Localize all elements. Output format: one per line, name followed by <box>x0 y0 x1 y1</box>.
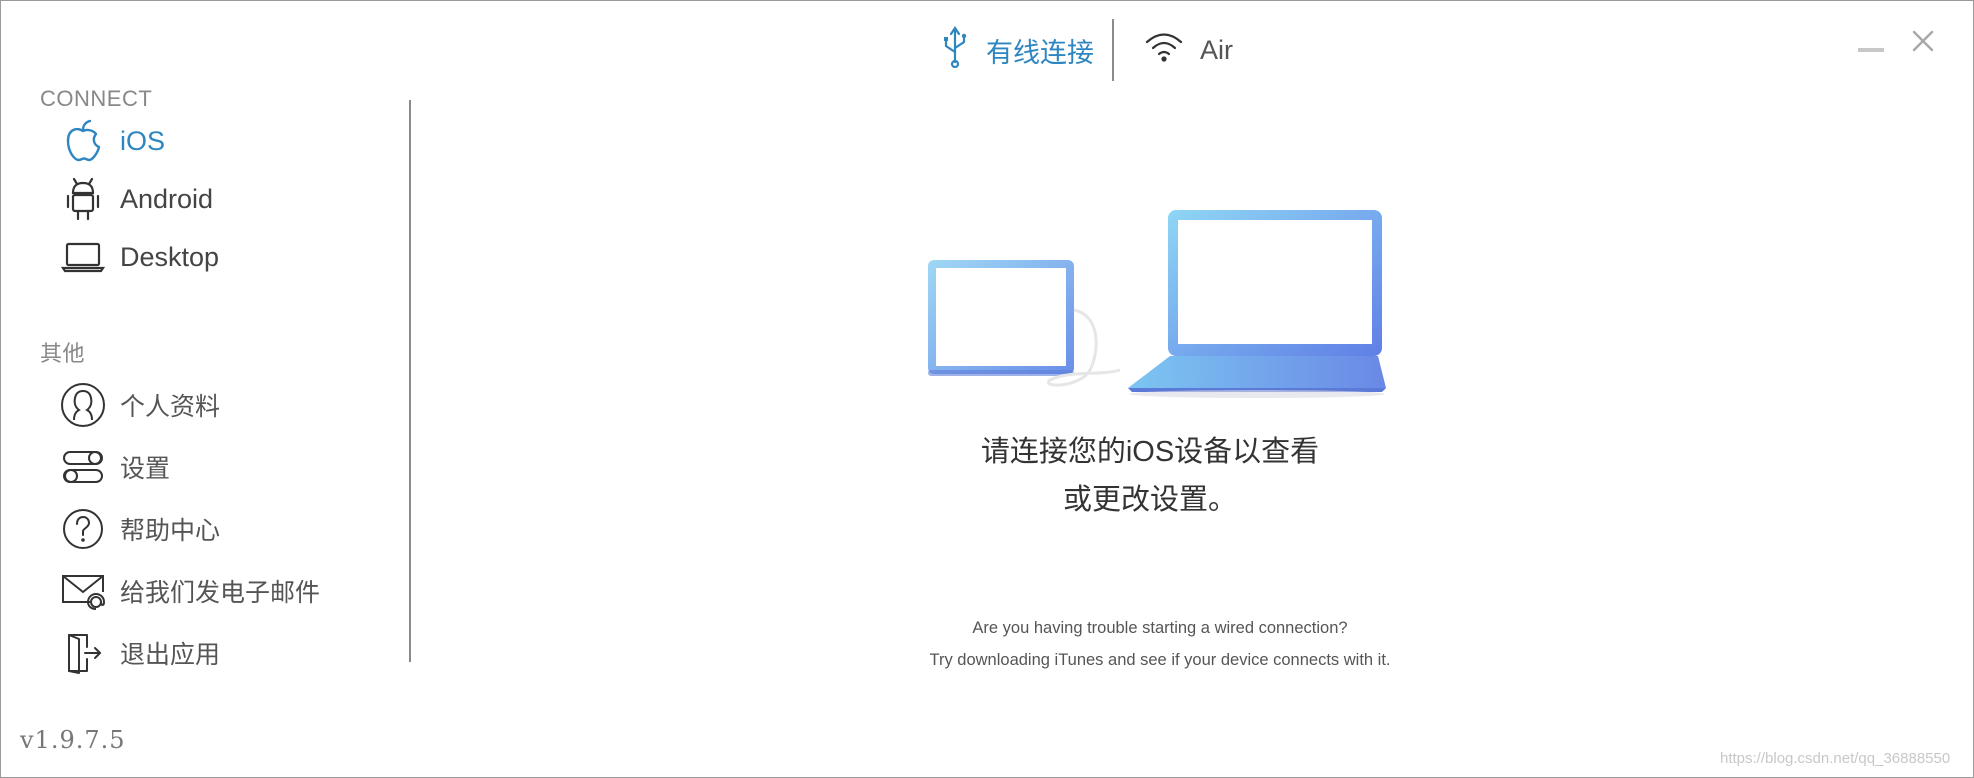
tab-wired[interactable]: 有线连接 <box>940 25 1094 75</box>
wifi-icon <box>1144 30 1184 71</box>
tab-separator <box>1112 19 1114 81</box>
sidebar-divider <box>409 100 411 662</box>
minimize-icon <box>1858 48 1884 52</box>
sidebar-item-android[interactable]: Android <box>60 176 213 222</box>
connect-prompt: 请连接您的iOS设备以查看 或更改设置。 <box>880 428 1420 524</box>
apple-icon <box>60 118 106 164</box>
section-title-connect: CONNECT <box>40 86 153 111</box>
sidebar-item-help[interactable]: 帮助中心 <box>60 506 220 552</box>
sidebar-item-label: iOS <box>120 125 166 156</box>
close-button[interactable] <box>1910 28 1936 54</box>
sidebar-item-label: 给我们发电子邮件 <box>120 579 321 607</box>
exit-icon <box>60 630 106 676</box>
sidebar-item-email[interactable]: 给我们发电子邮件 <box>60 568 320 614</box>
tab-air-label: Air <box>1200 34 1233 65</box>
sidebar-item-label: 帮助中心 <box>120 517 221 545</box>
hint-line1: Are you having trouble starting a wired … <box>972 619 1348 637</box>
sidebar: CONNECT iOS Android Desktop 其他 个人资料 设置 帮… <box>0 80 410 680</box>
sidebar-item-profile[interactable]: 个人资料 <box>60 382 220 428</box>
sidebar-item-label: 设置 <box>120 455 171 483</box>
tab-wired-label: 有线连接 <box>986 37 1094 68</box>
sidebar-item-desktop[interactable]: Desktop <box>60 234 219 280</box>
section-title-other: 其他 <box>40 341 86 366</box>
laptop-shape <box>1128 210 1386 398</box>
settings-toggle-icon <box>60 444 106 490</box>
sidebar-item-label: 退出应用 <box>120 641 221 669</box>
tab-air[interactable]: Air <box>1144 30 1233 71</box>
sidebar-item-label: Desktop <box>120 241 220 272</box>
usb-icon <box>940 25 970 75</box>
version-label: v1.9.7.5 <box>20 726 126 754</box>
sidebar-item-exit[interactable]: 退出应用 <box>60 630 220 676</box>
minimize-button[interactable] <box>1858 28 1884 54</box>
connect-prompt-line1: 请连接您的iOS设备以查看 <box>980 436 1320 468</box>
sidebar-item-ios[interactable]: iOS <box>60 118 165 164</box>
close-icon <box>1912 30 1934 52</box>
tablet-shape <box>928 260 1074 376</box>
email-icon <box>60 568 106 614</box>
sidebar-item-settings[interactable]: 设置 <box>60 444 170 490</box>
sidebar-item-label: Android <box>120 183 214 214</box>
watermark: https://blog.csdn.net/qq_36888550 <box>1720 750 1951 767</box>
help-icon <box>60 506 106 552</box>
hint-line2: Try downloading iTunes and see if your d… <box>929 651 1391 669</box>
troubleshoot-hint: Are you having trouble starting a wired … <box>780 612 1540 676</box>
devices-illustration <box>928 210 1386 398</box>
android-icon <box>60 176 106 222</box>
sidebar-item-label: 个人资料 <box>120 393 221 421</box>
connect-prompt-line2: 或更改设置。 <box>1062 484 1237 516</box>
laptop-icon <box>60 234 106 280</box>
connection-tabs: 有线连接 Air <box>940 18 1233 82</box>
profile-icon <box>60 382 106 428</box>
